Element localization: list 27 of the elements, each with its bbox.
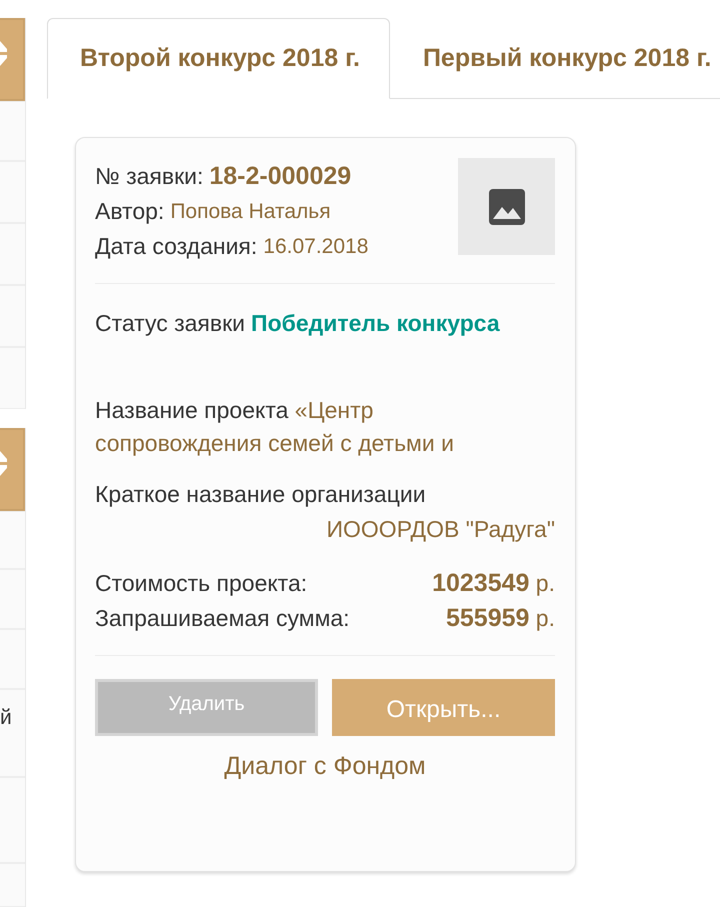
status-value: Победитель конкурса — [251, 310, 500, 337]
field-label: Запрашиваемая сумма: — [95, 605, 350, 632]
contest-tab[interactable]: Второй конкурс 2018 г. — [47, 18, 390, 99]
field-label: Краткое название организации — [95, 481, 426, 508]
author-name: Попова Наталья — [170, 200, 331, 224]
field-label: № заявки: — [95, 163, 204, 190]
sidebar-row-text: й — [0, 706, 12, 730]
project-name-text: Название проекта «Центр сопровождения семей с детьми и — [95, 396, 455, 458]
field-label: Стоимость проекта: — [95, 570, 308, 597]
up-down-arrow-icon — [0, 41, 7, 66]
field-label: Дата создания: — [95, 233, 258, 260]
contest-tab[interactable]: Первый конкурс 2018 г. — [390, 18, 720, 99]
sidebar-row[interactable] — [0, 101, 25, 161]
sidebar-header[interactable] — [0, 18, 25, 101]
field-label: Автор: — [95, 198, 164, 225]
field-label: Статус заявки — [95, 310, 246, 337]
dialog-link[interactable]: Диалог с Фондом — [224, 752, 426, 781]
amount-value: 1023549 р. — [432, 569, 555, 598]
image-icon — [488, 188, 524, 224]
sidebar-row[interactable] — [0, 511, 25, 569]
sidebar-row[interactable]: й — [0, 689, 25, 777]
application-number: 18-2-000029 — [209, 162, 352, 191]
creation-date: 16.07.2018 — [263, 234, 368, 258]
up-down-arrow-icon — [0, 451, 7, 476]
sidebar-header[interactable] — [0, 428, 25, 511]
amount-value: 555959 р. — [446, 604, 555, 633]
organization-name: ИОООРДОВ "Радуга" — [326, 515, 555, 544]
